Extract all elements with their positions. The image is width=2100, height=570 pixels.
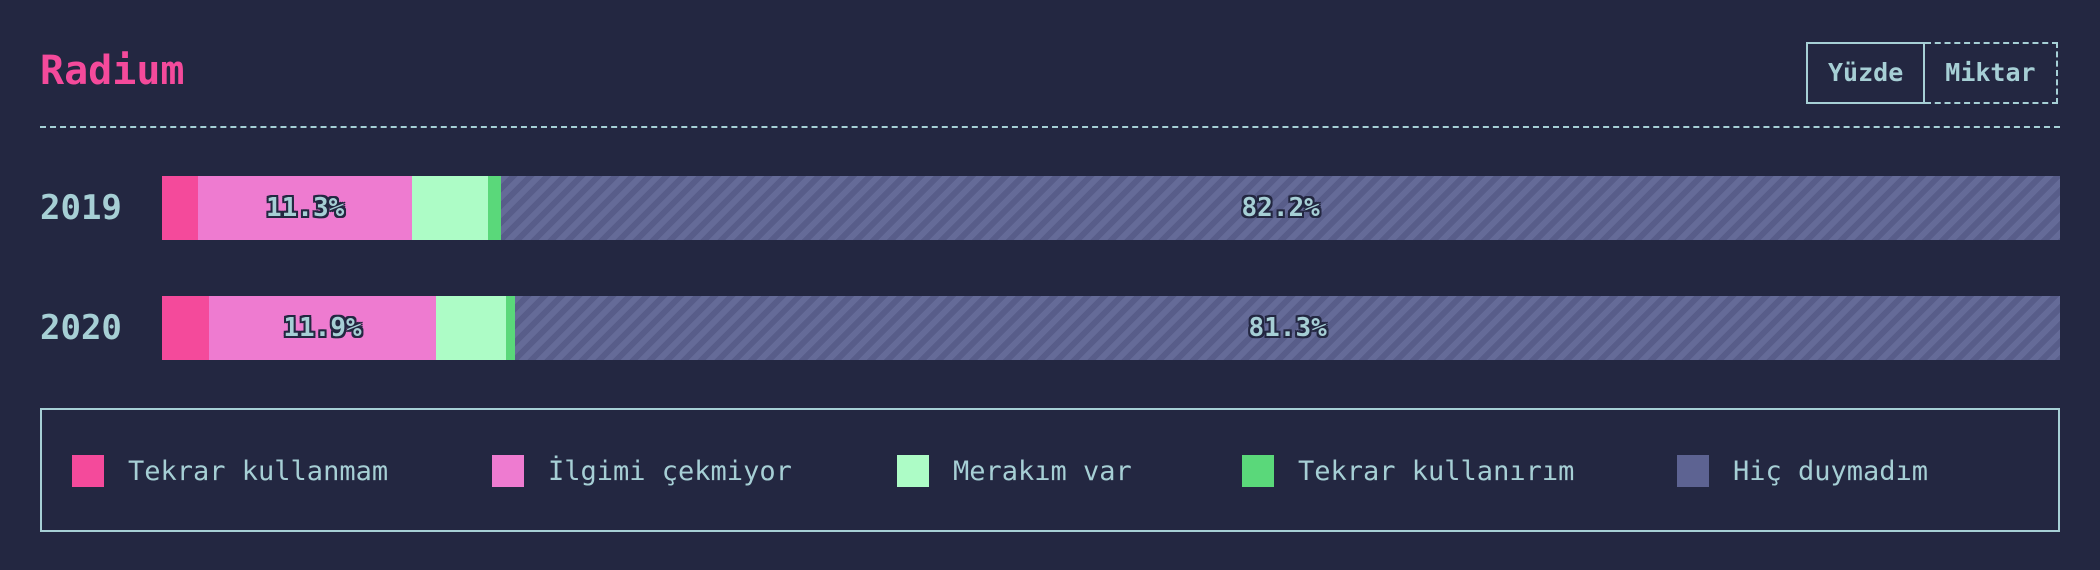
year-label-2020: 2020 [40, 308, 122, 348]
legend-label: İlgimi çekmiyor [548, 455, 792, 487]
year-label-2019: 2019 [40, 188, 122, 228]
data-label: 82.2% [1241, 193, 1320, 223]
legend-item[interactable]: Tekrar kullanmam [72, 455, 388, 487]
bar-2019: 11.3% 82.2% [162, 176, 2060, 240]
bar-segment-2020-2[interactable] [435, 296, 506, 360]
data-label: 11.3% [266, 193, 345, 223]
legend-swatch [492, 455, 524, 487]
legend-swatch [72, 455, 104, 487]
chart-title: Radium [40, 48, 185, 94]
legend-swatch [1677, 455, 1709, 487]
bar-segment-2019-4[interactable]: 82.2% [501, 176, 2060, 240]
bar-2020: 11.9% 81.3% [162, 296, 2060, 360]
legend-item[interactable]: Hiç duymadım [1677, 455, 1928, 487]
legend: Tekrar kullanmam İlgimi çekmiyor Merakım v… [40, 408, 2060, 532]
data-label: 11.9% [283, 313, 362, 343]
legend-label: Merakım var [953, 455, 1132, 487]
legend-item[interactable]: İlgimi çekmiyor [492, 455, 792, 487]
legend-swatch [1242, 455, 1274, 487]
bar-segment-2020-0[interactable] [162, 296, 210, 360]
data-label: 81.3% [1248, 313, 1327, 343]
bar-segment-2019-2[interactable] [412, 176, 489, 240]
bar-segment-2020-1[interactable]: 11.9% [209, 296, 436, 360]
legend-label: Hiç duymadım [1733, 455, 1929, 487]
legend-label: Tekrar kullanırım [1298, 455, 1575, 487]
legend-item[interactable]: Merakım var [897, 455, 1132, 487]
chart-card: Radium Yüzde Miktar 2019 11.3% 82.2% 2020 11… [0, 0, 2100, 570]
bar-segment-2019-3[interactable] [488, 176, 502, 240]
legend-swatch [897, 455, 929, 487]
amount-toggle-button[interactable]: Miktar [1925, 42, 2058, 104]
header-divider [40, 126, 2060, 128]
bar-segment-2020-4[interactable]: 81.3% [515, 296, 2060, 360]
bar-segment-2020-3[interactable] [505, 296, 516, 360]
legend-item[interactable]: Tekrar kullanırım [1242, 455, 1574, 487]
legend-label: Tekrar kullanmam [128, 455, 389, 487]
bar-segment-2019-0[interactable] [162, 176, 199, 240]
percent-toggle-button[interactable]: Yüzde [1806, 42, 1926, 104]
view-toggle: Yüzde Miktar [1806, 42, 2058, 104]
bar-segment-2019-1[interactable]: 11.3% [198, 176, 413, 240]
